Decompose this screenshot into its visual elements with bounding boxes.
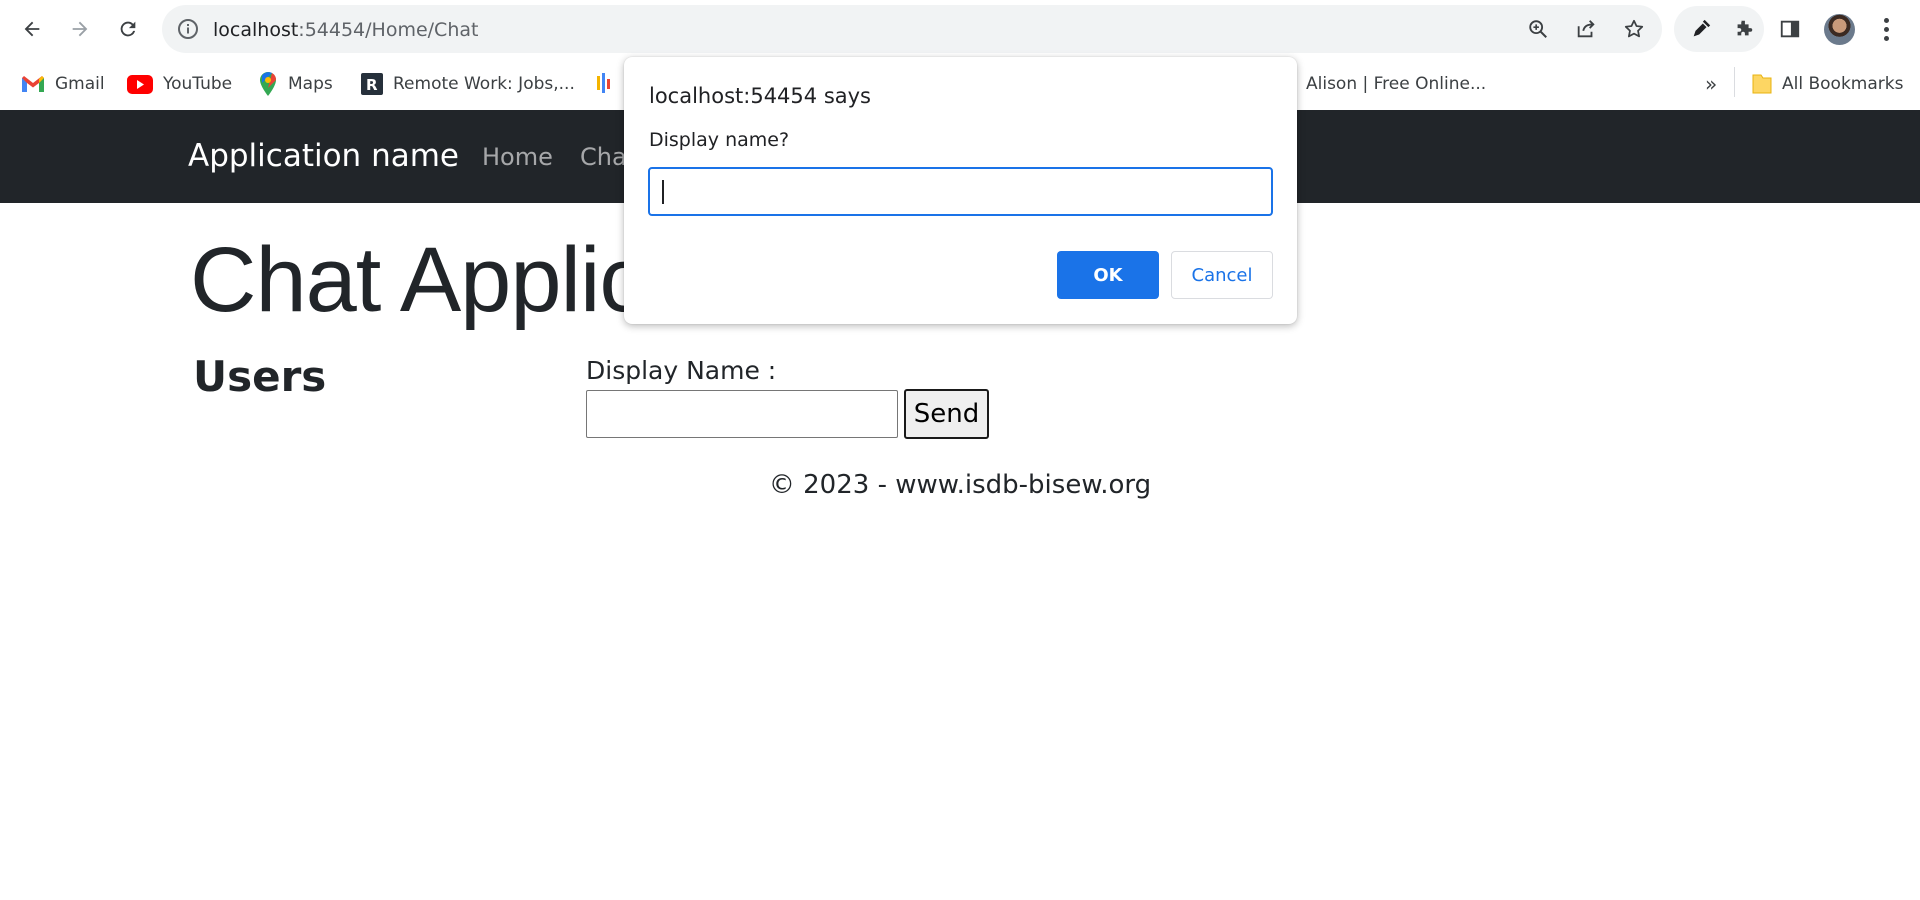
remote-work-icon: R (361, 73, 383, 95)
bookmark-unnamed[interactable] (596, 68, 610, 100)
extensions-group (1674, 6, 1764, 52)
forward-button[interactable] (60, 9, 100, 49)
bookmark-maps[interactable]: Maps (258, 68, 333, 100)
bookmark-label: Gmail (55, 74, 105, 94)
dialog-input-field[interactable] (648, 167, 1273, 216)
bookmarks-overflow-button[interactable]: » (1705, 68, 1717, 100)
bookmark-label: Alison | Free Online... (1306, 74, 1487, 94)
bookmark-alison[interactable]: Alison | Free Online... (1306, 68, 1486, 100)
address-bar[interactable]: localhost:54454/Home/Chat (162, 5, 1662, 53)
zoom-icon[interactable] (1523, 14, 1553, 44)
browser-toolbar: localhost:54454/Home/Chat (0, 0, 1920, 58)
page-footer: © 2023 - www.isdb-bisew.org (768, 470, 1152, 500)
reload-icon (120, 21, 136, 37)
address-url[interactable]: localhost:54454/Home/Chat (213, 19, 478, 41)
bookmarks-separator (1734, 67, 1735, 97)
bookmark-youtube[interactable]: YouTube (127, 68, 232, 100)
bookmark-label: Maps (288, 74, 333, 94)
users-heading: Users (193, 352, 327, 401)
eyedropper-extension-icon[interactable] (1686, 14, 1716, 44)
message-input[interactable] (586, 390, 898, 438)
back-arrow-icon (24, 21, 40, 37)
puzzle-extensions-icon[interactable] (1729, 14, 1759, 44)
page-title: Chat Applic (190, 229, 645, 331)
site-info-icon[interactable] (176, 17, 200, 45)
bookmark-remote-work[interactable]: R Remote Work: Jobs,... (361, 68, 575, 100)
send-button[interactable]: Send (904, 389, 989, 439)
bookmark-star-icon[interactable] (1619, 14, 1649, 44)
all-bookmarks-label: All Bookmarks (1782, 74, 1904, 94)
prompt-dialog: localhost:54454 says Display name? OK Ca… (624, 57, 1297, 324)
display-name-label: Display Name : (586, 356, 777, 385)
profile-avatar[interactable] (1824, 14, 1855, 45)
chrome-menu-icon[interactable] (1876, 12, 1896, 46)
app-brand-link[interactable]: Application name (188, 138, 459, 174)
overflow-chevron-icon: » (1705, 72, 1718, 96)
nav-link-chat[interactable]: Cha (580, 143, 627, 171)
back-button[interactable] (12, 9, 52, 49)
maps-icon (260, 72, 277, 96)
gmail-icon (22, 76, 44, 92)
dialog-title: localhost:54454 says (649, 84, 871, 108)
forward-arrow-icon (72, 21, 88, 37)
cancel-button[interactable]: Cancel (1171, 251, 1273, 299)
nav-link-home[interactable]: Home (482, 143, 553, 171)
svg-text:R: R (366, 76, 378, 94)
side-panel-icon[interactable] (1775, 14, 1805, 44)
all-bookmarks-button[interactable]: All Bookmarks (1752, 68, 1903, 100)
bookmark-label: Remote Work: Jobs,... (393, 74, 575, 94)
reload-button[interactable] (108, 9, 148, 49)
youtube-icon (127, 74, 153, 94)
dialog-message: Display name? (649, 129, 790, 151)
url-path: :54454/Home/Chat (298, 19, 479, 41)
folder-icon (1752, 74, 1772, 94)
ok-button[interactable]: OK (1057, 251, 1159, 299)
url-host: localhost (213, 19, 299, 41)
text-caret (662, 180, 664, 204)
bookmark-label: YouTube (163, 74, 233, 94)
share-icon[interactable] (1571, 14, 1601, 44)
bookmark-icon (597, 73, 610, 93)
bookmark-gmail[interactable]: Gmail (21, 68, 105, 100)
